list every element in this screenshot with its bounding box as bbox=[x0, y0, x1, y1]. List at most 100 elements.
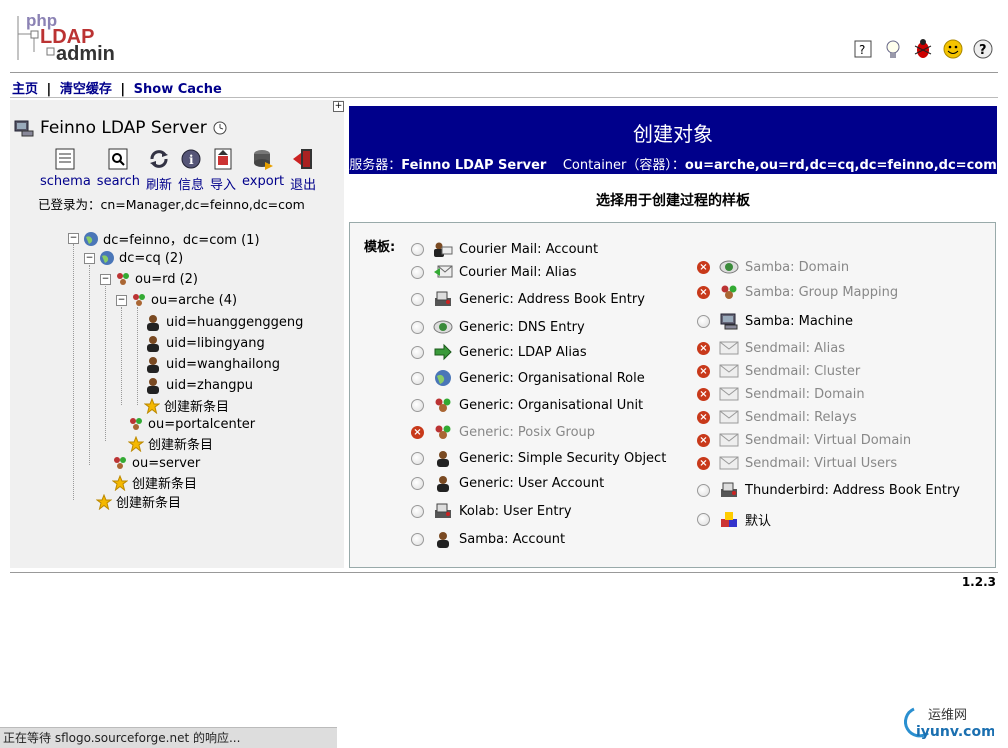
template-radio[interactable] bbox=[411, 476, 424, 490]
disabled-x-icon: × bbox=[697, 387, 710, 401]
template-radio[interactable] bbox=[411, 504, 424, 518]
server-name[interactable]: Feinno LDAP Server bbox=[40, 118, 207, 138]
tree-node-portalcenter[interactable]: ou=portalcenter bbox=[128, 416, 255, 432]
tree-node-user[interactable]: uid=libingyang bbox=[144, 334, 265, 352]
template-option: × Sendmail: Alias bbox=[697, 339, 845, 357]
toolbar-refresh[interactable]: 刷新 bbox=[146, 147, 172, 193]
tree-create-new[interactable]: 创建新条目 bbox=[144, 396, 229, 415]
server-icon bbox=[14, 120, 34, 137]
template-radio[interactable] bbox=[697, 513, 710, 526]
template-radio[interactable] bbox=[411, 398, 424, 412]
template-option[interactable]: Generic: DNS Entry bbox=[411, 318, 585, 336]
addressbook-icon bbox=[435, 503, 451, 518]
template-option[interactable]: Generic: Organisational Unit bbox=[411, 396, 643, 414]
ou-icon bbox=[117, 273, 129, 285]
home-link[interactable]: 主页 bbox=[12, 82, 38, 97]
template-option[interactable]: Courier Mail: Account bbox=[411, 240, 598, 258]
tree-label: 创建新条目 bbox=[132, 477, 198, 492]
template-label-text: Generic: Organisational Role bbox=[459, 370, 645, 386]
smiley-icon[interactable] bbox=[942, 38, 964, 60]
tree-node-arche[interactable]: − ou=arche (4) bbox=[116, 292, 237, 308]
bug-icon[interactable] bbox=[912, 38, 934, 60]
tree-node-user[interactable]: uid=zhangpu bbox=[144, 376, 253, 394]
tree-guide bbox=[137, 307, 138, 405]
tree-guide bbox=[105, 286, 106, 441]
nav-divider bbox=[10, 97, 998, 98]
question-icon[interactable]: ? bbox=[972, 38, 994, 60]
template-option[interactable]: Kolab: User Entry bbox=[411, 502, 572, 520]
template-option: × Samba: Domain bbox=[697, 258, 849, 276]
tree-node-rd[interactable]: − ou=rd (2) bbox=[100, 271, 198, 287]
globe-icon bbox=[100, 251, 114, 265]
template-radio[interactable] bbox=[697, 483, 710, 497]
search-icon bbox=[108, 148, 128, 170]
template-option[interactable]: Generic: User Account bbox=[411, 474, 604, 492]
server-title: Feinno LDAP Server bbox=[14, 118, 227, 138]
disabled-x-icon: × bbox=[697, 410, 710, 424]
collapse-toggle[interactable]: − bbox=[100, 273, 111, 285]
expand-panel-button[interactable]: + bbox=[333, 101, 344, 112]
logged-in-as: 已登录为：cn=Manager,dc=feinno,dc=com bbox=[38, 197, 305, 212]
tree-create-new[interactable]: 创建新条目 bbox=[96, 492, 181, 511]
tree-node-user[interactable]: uid=huanggenggeng bbox=[144, 313, 303, 331]
template-radio[interactable] bbox=[697, 314, 710, 328]
globe-icon bbox=[84, 231, 98, 246]
template-label-text: Courier Mail: Alias bbox=[459, 264, 577, 280]
template-radio[interactable] bbox=[411, 532, 424, 546]
help-icon[interactable]: ? bbox=[852, 38, 874, 60]
nav-separator: | bbox=[120, 82, 126, 97]
template-radio[interactable] bbox=[411, 265, 424, 279]
tree-label: 创建新条目 bbox=[148, 438, 214, 453]
clear-cache-link[interactable]: 清空缓存 bbox=[60, 82, 112, 97]
context-info: 服务器：Feinno LDAP Server Container（容器）：ou=… bbox=[349, 154, 997, 173]
toolbar-export[interactable]: export bbox=[242, 147, 284, 193]
tree-node-cq[interactable]: − dc=cq (2) bbox=[84, 250, 183, 266]
ou-icon bbox=[435, 398, 451, 412]
tree-node-server[interactable]: ou=server bbox=[112, 455, 200, 471]
collapse-toggle[interactable]: − bbox=[116, 294, 127, 306]
template-option[interactable]: Generic: Address Book Entry bbox=[411, 290, 645, 308]
show-cache-link[interactable]: Show Cache bbox=[134, 82, 222, 97]
watermark-top: 运维网 bbox=[928, 708, 967, 723]
page-title-bar: 创建对象 服务器：Feinno LDAP Server Container（容器… bbox=[349, 106, 997, 174]
toolbar-schema[interactable]: schema bbox=[40, 147, 91, 193]
template-radio[interactable] bbox=[411, 320, 424, 334]
toolbar-search[interactable]: search bbox=[97, 147, 140, 193]
toolbar-info[interactable]: i 信息 bbox=[178, 147, 204, 193]
globe-icon bbox=[435, 370, 451, 386]
ou-icon bbox=[114, 457, 126, 469]
computer-icon bbox=[720, 313, 738, 330]
tree-label: 创建新条目 bbox=[116, 496, 182, 511]
default-icon bbox=[721, 511, 737, 527]
toolbar-logout[interactable]: 退出 bbox=[290, 147, 316, 193]
star-icon bbox=[128, 435, 144, 452]
tree-node-user[interactable]: uid=wanghailong bbox=[144, 355, 280, 373]
template-option[interactable]: Thunderbird: Address Book Entry bbox=[697, 481, 960, 499]
tree-node-root[interactable]: − dc=feinno，dc=com (1) bbox=[68, 229, 260, 248]
template-option[interactable]: Generic: Organisational Role bbox=[411, 369, 645, 387]
template-option[interactable]: Courier Mail: Alias bbox=[411, 263, 576, 281]
template-label-text: Generic: DNS Entry bbox=[459, 319, 585, 335]
template-option[interactable]: Generic: LDAP Alias bbox=[411, 343, 587, 361]
template-radio[interactable] bbox=[411, 292, 424, 306]
template-radio[interactable] bbox=[411, 345, 424, 359]
toolbar-import[interactable]: 导入 bbox=[210, 147, 236, 193]
top-nav: 主页 | 清空缓存 | Show Cache bbox=[12, 78, 222, 97]
template-radio[interactable] bbox=[411, 371, 424, 385]
template-option[interactable]: Generic: Simple Security Object bbox=[411, 449, 666, 467]
collapse-toggle[interactable]: − bbox=[84, 252, 95, 264]
template-label-text: Generic: Address Book Entry bbox=[459, 291, 645, 307]
tree-create-new[interactable]: 创建新条目 bbox=[112, 473, 197, 492]
template-option[interactable]: Samba: Machine bbox=[697, 312, 853, 330]
lightbulb-icon[interactable] bbox=[882, 38, 904, 60]
template-option[interactable]: 默认 bbox=[697, 510, 771, 529]
collapse-toggle[interactable]: − bbox=[68, 233, 79, 244]
template-option[interactable]: Samba: Account bbox=[411, 530, 565, 548]
template-radio[interactable] bbox=[411, 451, 424, 465]
template-label-text: Kolab: User Entry bbox=[459, 503, 572, 519]
tree-create-new[interactable]: 创建新条目 bbox=[128, 434, 213, 453]
watermark-logo: 运维网 iyunv.com bbox=[894, 703, 996, 741]
template-radio[interactable] bbox=[411, 242, 424, 256]
server-toolbar: schema search 刷新 i 信息 导入 export 退出 bbox=[40, 147, 322, 193]
template-label-text: Generic: Simple Security Object bbox=[459, 450, 667, 466]
